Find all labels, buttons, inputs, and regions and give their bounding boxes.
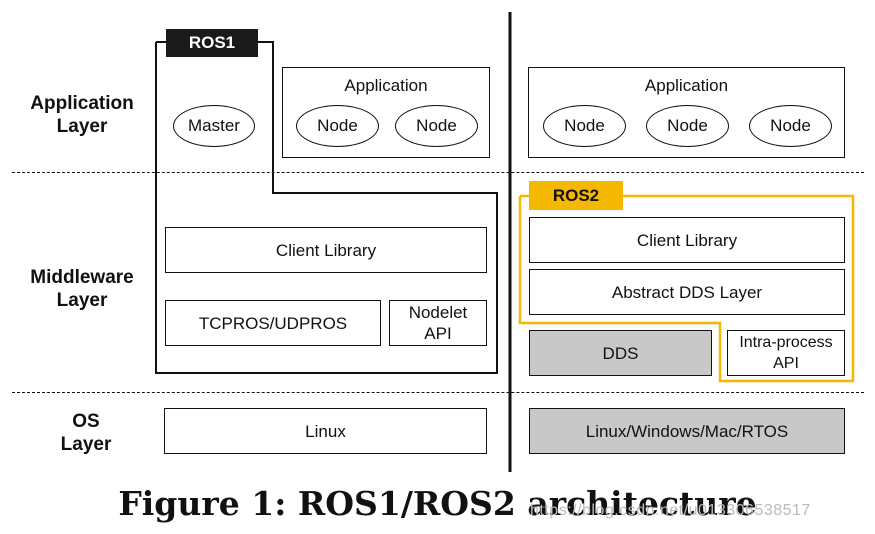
ros1-application-title: Application [344, 76, 428, 95]
ros2-tag: ROS2 [529, 181, 623, 210]
ros1-os-linux: Linux [164, 408, 487, 454]
ros1-client-library: Client Library [165, 227, 487, 273]
ros2-node-1: Node [543, 105, 626, 147]
ros1-tag: ROS1 [166, 29, 258, 57]
ros2-intra-process-api: Intra-process API [727, 330, 845, 376]
ros1-master-node: Master [173, 105, 255, 147]
ros2-dds: DDS [529, 330, 712, 376]
ros2-client-library: Client Library [529, 217, 845, 263]
ros2-abstract-dds-layer: Abstract DDS Layer [529, 269, 845, 315]
watermark: https://blog.csdn.net/u013306538517 [530, 502, 811, 519]
ros1-node-2: Node [395, 105, 478, 147]
ros1-tcpros-udpros: TCPROS/UDPROS [165, 300, 381, 346]
ros2-node-2: Node [646, 105, 729, 147]
ros2-node-3: Node [749, 105, 832, 147]
ros1-node-1: Node [296, 105, 379, 147]
ros1-nodelet-api: Nodelet API [389, 300, 487, 346]
ros2-os-multi: Linux/Windows/Mac/RTOS [529, 408, 845, 454]
ros2-application-title: Application [644, 76, 729, 95]
